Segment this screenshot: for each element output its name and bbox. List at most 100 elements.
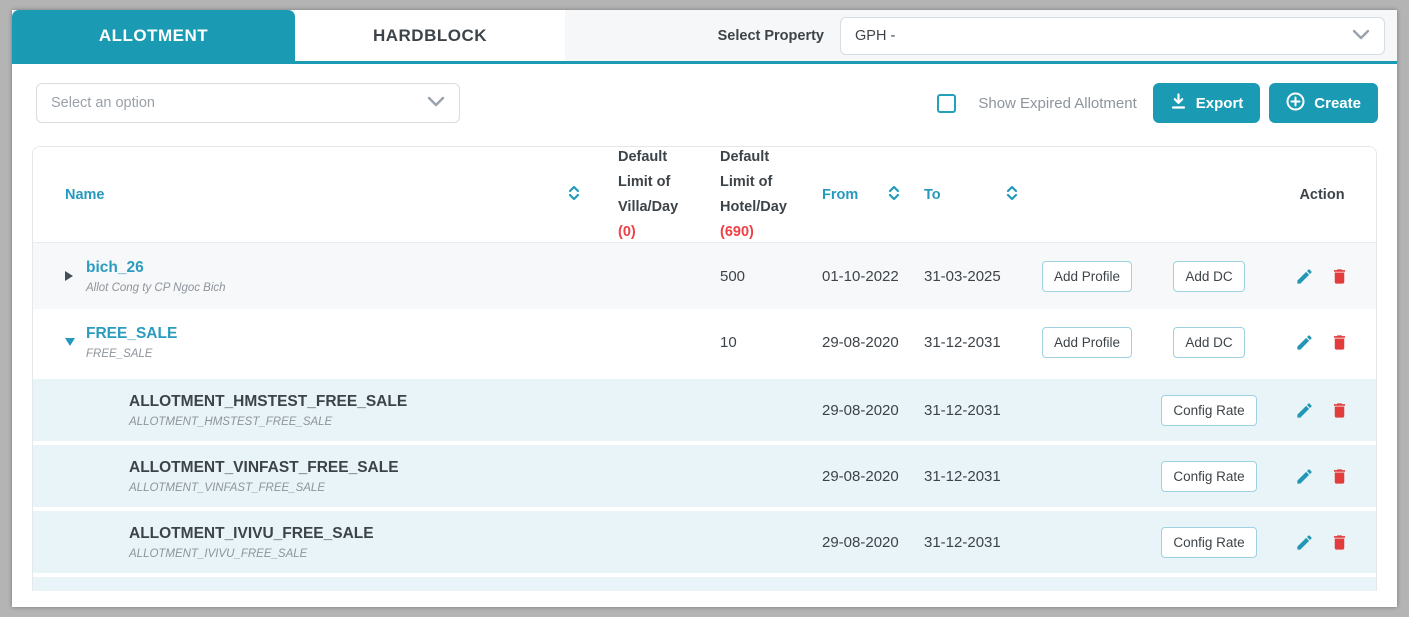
- toolbar: Select an option Show Expired Allotment …: [12, 64, 1397, 142]
- name-stack: FREE_SALE FREE_SALE: [86, 325, 177, 360]
- row-name[interactable]: ALLOTMENT_HMSTEST_FREE_SALE: [129, 393, 407, 411]
- column-header-villa-limit: Default Limit of Villa/Day (0): [594, 147, 694, 245]
- name-cell: ALLOTMENT_VINFAST_FREE_SALE ALLOTMENT_VI…: [33, 459, 594, 494]
- hotel-limit-line2: Hotel/Day: [720, 198, 787, 215]
- plus-circle-icon: [1286, 92, 1305, 115]
- from-date-cell: 01-10-2022: [822, 267, 899, 285]
- action-cell: [1268, 267, 1376, 286]
- delete-icon[interactable]: [1330, 467, 1349, 486]
- filter-select[interactable]: Select an option: [36, 83, 460, 123]
- desktop-frame: ALLOTMENT HARDBLOCK Select Property GPH …: [0, 0, 1409, 617]
- add-profile-button[interactable]: Add Profile: [1041, 326, 1133, 358]
- row-subtitle: ALLOTMENT_IVIVU_FREE_SALE: [129, 547, 308, 560]
- allotment-page: ALLOTMENT HARDBLOCK Select Property GPH …: [12, 10, 1397, 607]
- chevron-down-icon: [427, 94, 445, 112]
- action-cell: [1268, 401, 1376, 420]
- to-header-label: To: [924, 186, 941, 203]
- tab-hardblock[interactable]: HARDBLOCK: [295, 10, 565, 61]
- collapse-caret-icon[interactable]: [65, 338, 75, 346]
- sort-chevrons-icon[interactable]: [1006, 184, 1018, 206]
- edit-icon[interactable]: [1295, 401, 1314, 420]
- table-row-partial: [33, 577, 1376, 591]
- property-select[interactable]: GPH -: [840, 16, 1385, 55]
- from-date-cell: 29-08-2020: [822, 467, 899, 485]
- show-expired-label: Show Expired Allotment: [978, 94, 1137, 112]
- to-date-cell: 31-12-2031: [924, 533, 1001, 551]
- name-stack: ALLOTMENT_IVIVU_FREE_SALE ALLOTMENT_IVIV…: [129, 525, 374, 560]
- config-rate-button[interactable]: Config Rate: [1161, 460, 1257, 492]
- row-name-link[interactable]: bich_26: [86, 259, 226, 277]
- name-cell: ALLOTMENT_HMSTEST_FREE_SALE ALLOTMENT_HM…: [33, 393, 594, 428]
- sort-chevrons-icon[interactable]: [568, 184, 580, 206]
- property-selector-group: Select Property GPH -: [565, 10, 1397, 61]
- column-header-to[interactable]: To: [906, 184, 1024, 206]
- delete-icon[interactable]: [1330, 401, 1349, 420]
- table-row-bich-26: bich_26 Allot Cong ty CP Ngoc Bich 500 0…: [33, 243, 1376, 309]
- action-cell: [1268, 467, 1376, 486]
- table-row-free-sale: FREE_SALE FREE_SALE 10 29-08-2020 31-12-…: [33, 309, 1376, 375]
- row-subtitle: ALLOTMENT_HMSTEST_FREE_SALE: [129, 415, 333, 428]
- edit-icon[interactable]: [1295, 467, 1314, 486]
- row-name[interactable]: ALLOTMENT_VINFAST_FREE_SALE: [129, 459, 399, 477]
- from-header-label: From: [822, 186, 859, 203]
- from-date-cell: 29-08-2020: [822, 401, 899, 419]
- name-cell: ALLOTMENT_IVIVU_FREE_SALE ALLOTMENT_IVIV…: [33, 525, 594, 560]
- table-row-vinfast: ALLOTMENT_VINFAST_FREE_SALE ALLOTMENT_VI…: [33, 441, 1376, 507]
- column-header-name[interactable]: Name: [33, 184, 594, 206]
- hotel-limit-count: (690): [720, 223, 754, 240]
- edit-icon[interactable]: [1295, 533, 1314, 552]
- select-property-label: Select Property: [717, 27, 824, 44]
- delete-icon[interactable]: [1330, 267, 1349, 286]
- villa-limit-count: (0): [618, 223, 636, 240]
- create-button[interactable]: Create: [1269, 83, 1378, 123]
- show-expired-checkbox[interactable]: [937, 93, 957, 113]
- to-date-cell: 31-12-2031: [924, 333, 1001, 351]
- export-button-label: Export: [1195, 94, 1244, 112]
- delete-icon[interactable]: [1330, 533, 1349, 552]
- row-subtitle: Allot Cong ty CP Ngoc Bich: [86, 281, 226, 294]
- allotment-table: Name Default Limit of Villa/Day (0) Defa…: [32, 146, 1377, 591]
- add-dc-button[interactable]: Add DC: [1173, 260, 1245, 292]
- table-row-hmstest: ALLOTMENT_HMSTEST_FREE_SALE ALLOTMENT_HM…: [33, 375, 1376, 441]
- property-select-value: GPH -: [855, 27, 896, 44]
- name-stack: ALLOTMENT_VINFAST_FREE_SALE ALLOTMENT_VI…: [129, 459, 399, 494]
- delete-icon[interactable]: [1330, 333, 1349, 352]
- table-header-row: Name Default Limit of Villa/Day (0) Defa…: [33, 147, 1376, 243]
- sort-chevrons-icon[interactable]: [888, 184, 900, 206]
- from-date-cell: 29-08-2020: [822, 333, 899, 351]
- filter-select-placeholder: Select an option: [51, 95, 155, 111]
- edit-icon[interactable]: [1295, 267, 1314, 286]
- row-subtitle: ALLOTMENT_VINFAST_FREE_SALE: [129, 481, 325, 494]
- name-header-label: Name: [65, 186, 105, 203]
- to-date-cell: 31-03-2025: [924, 267, 1001, 285]
- column-header-hotel-limit: Default Limit of Hotel/Day (690): [694, 147, 804, 245]
- villa-limit-line2: Villa/Day: [618, 198, 679, 215]
- create-button-label: Create: [1314, 94, 1361, 112]
- name-stack: ALLOTMENT_HMSTEST_FREE_SALE ALLOTMENT_HM…: [129, 393, 407, 428]
- add-profile-button[interactable]: Add Profile: [1041, 260, 1133, 292]
- tab-allotment[interactable]: ALLOTMENT: [12, 10, 295, 61]
- config-rate-button[interactable]: Config Rate: [1161, 526, 1257, 558]
- to-date-cell: 31-12-2031: [924, 467, 1001, 485]
- download-icon: [1170, 92, 1187, 114]
- action-cell: [1268, 533, 1376, 552]
- action-cell: [1268, 333, 1376, 352]
- name-cell: FREE_SALE FREE_SALE: [33, 325, 594, 360]
- column-header-from[interactable]: From: [804, 184, 906, 206]
- column-header-action: Action: [1299, 186, 1345, 203]
- edit-icon[interactable]: [1295, 333, 1314, 352]
- from-date-cell: 29-08-2020: [822, 533, 899, 551]
- hotel-limit-cell: 500: [720, 267, 746, 285]
- row-name-link[interactable]: FREE_SALE: [86, 325, 177, 343]
- chevron-down-icon: [1352, 27, 1370, 45]
- hotel-limit-line1: Default Limit of: [720, 148, 773, 190]
- name-stack: bich_26 Allot Cong ty CP Ngoc Bich: [86, 259, 226, 294]
- add-dc-button[interactable]: Add DC: [1173, 326, 1245, 358]
- table-row-ivivu: ALLOTMENT_IVIVU_FREE_SALE ALLOTMENT_IVIV…: [33, 507, 1376, 573]
- hotel-limit-cell: 10: [720, 333, 737, 351]
- row-name[interactable]: ALLOTMENT_IVIVU_FREE_SALE: [129, 525, 374, 543]
- name-cell: bich_26 Allot Cong ty CP Ngoc Bich: [33, 259, 594, 294]
- export-button[interactable]: Export: [1152, 83, 1261, 123]
- expand-caret-icon[interactable]: [65, 271, 73, 281]
- config-rate-button[interactable]: Config Rate: [1161, 394, 1257, 426]
